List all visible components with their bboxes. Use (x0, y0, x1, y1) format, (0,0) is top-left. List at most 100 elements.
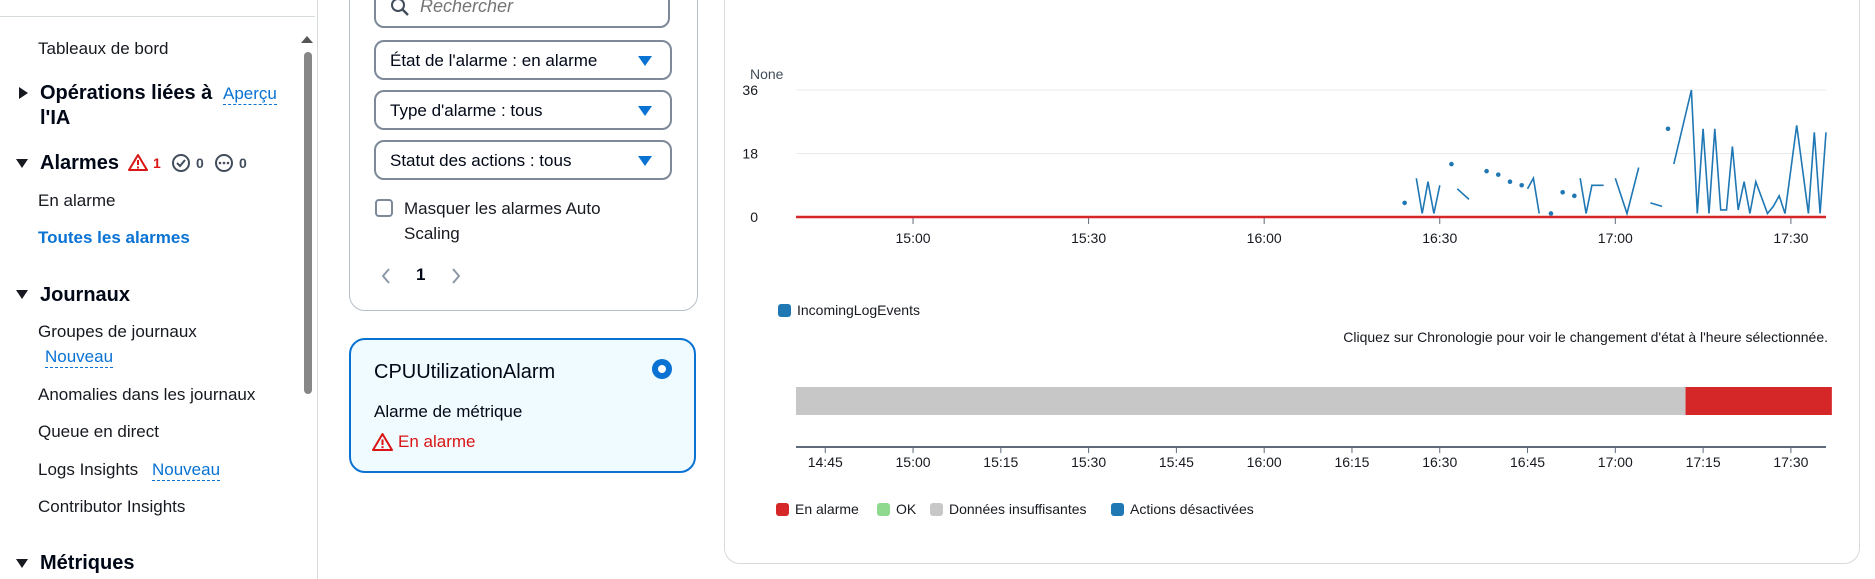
metric-line-chart: None 36 18 0 15:00 15:30 16:00 16:30 17:00 17:3… (742, 66, 1827, 246)
legend-swatch (776, 503, 789, 516)
timeline-tick-label: 15:00 (896, 454, 931, 470)
scroll-up-arrow-icon[interactable] (301, 36, 313, 43)
sidebar-item-logs-insights[interactable]: Logs Insights (38, 460, 138, 480)
new-badge[interactable]: Nouveau (152, 460, 221, 481)
alarm-name: CPUUtilizationAlarm (374, 361, 556, 383)
x-tick-label: 17:00 (1598, 230, 1633, 246)
x-axis-ticks: 15:00 15:30 16:00 16:30 17:00 17:30 (896, 230, 1809, 246)
x-tick-label: 15:30 (1071, 230, 1106, 246)
y-tick-label: 18 (742, 146, 758, 162)
caret-down-icon (638, 156, 652, 166)
sidebar-item-dashboards[interactable]: Tableaux de bord (38, 39, 168, 59)
legend-ok[interactable]: OK (877, 501, 916, 517)
data-point (1665, 126, 1671, 132)
series-layer (1402, 89, 1827, 217)
alarm-type-select-label: Type d'alarme : tous (390, 101, 543, 120)
insufficient-data-icon (215, 154, 233, 172)
timeline-axis-ticks: 14:45 15:00 15:15 15:30 15:45 16:00 16:15 16:30… (808, 447, 1809, 470)
search-icon (391, 0, 409, 16)
y-tick-label: 36 (742, 82, 758, 98)
caret-down-icon (638, 56, 652, 66)
ok-check-icon (172, 154, 190, 172)
data-point (1572, 193, 1577, 199)
actions-status-select-label: Statut des actions : tous (390, 151, 572, 170)
sidebar-section-ai-ops[interactable]: Opérations liées à (40, 82, 212, 105)
timeline-tick-label: 14:45 (808, 454, 843, 470)
data-point (1484, 168, 1489, 174)
timeline-tick-label: 15:15 (983, 454, 1018, 470)
timeline-tick-label: 16:30 (1422, 454, 1457, 470)
y-tick-label: 0 (750, 209, 758, 225)
legend-swatch (877, 503, 890, 516)
series-line-segment (1650, 202, 1663, 208)
sidebar-item-log-anomalies[interactable]: Anomalies dans les journaux (38, 385, 255, 405)
data-point (1560, 190, 1565, 195)
expand-triangle-icon[interactable] (19, 87, 28, 99)
caret-down-icon (638, 106, 652, 116)
actions-status-select[interactable]: Statut des actions : tous (374, 140, 672, 180)
hide-autoscaling-label[interactable]: Masquer les alarmes Auto Scaling (404, 196, 644, 246)
legend-insufficient[interactable]: Données insuffisantes (930, 501, 1087, 517)
chevron-right-icon[interactable] (450, 267, 462, 285)
legend-swatch (1111, 503, 1124, 516)
legend-label: IncomingLogEvents (797, 302, 920, 318)
legend-swatch (778, 304, 791, 317)
scrollbar-thumb[interactable] (304, 52, 312, 394)
preview-badge[interactable]: Aperçu (223, 84, 277, 105)
timeline-tick-label: 17:00 (1598, 454, 1633, 470)
sidebar-item-in-alarm[interactable]: En alarme (38, 191, 115, 211)
sidebar-item-log-groups[interactable]: Groupes de journaux (38, 322, 197, 342)
legend-swatch (930, 503, 943, 516)
new-badge[interactable]: Nouveau (45, 347, 114, 368)
divider (0, 16, 315, 17)
series-line-segment (1456, 188, 1470, 200)
collapse-triangle-icon[interactable] (16, 159, 28, 168)
sidebar-section-metrics[interactable]: Métriques (40, 552, 134, 575)
in-alarm-count: 1 (153, 155, 161, 171)
navigation-sidebar: Tableaux de bord Opérations liées à l'IA… (0, 0, 318, 579)
data-point (1548, 211, 1554, 216)
timeline-bars[interactable] (796, 387, 1832, 415)
search-input[interactable] (374, 0, 670, 28)
insufficient-count: 0 (239, 155, 247, 171)
sidebar-section-ai-ops-line2[interactable]: l'IA (40, 107, 70, 130)
alarm-type-select[interactable]: Type d'alarme : tous (374, 90, 672, 130)
sidebar-item-live-tail[interactable]: Queue en direct (38, 422, 159, 442)
chevron-left-icon[interactable] (380, 267, 392, 285)
chart-legend-item[interactable]: IncomingLogEvents (778, 302, 920, 318)
data-point (1519, 182, 1524, 188)
hide-autoscaling-checkbox[interactable] (375, 199, 393, 217)
legend-actions-disabled[interactable]: Actions désactivées (1111, 501, 1254, 517)
state-timeline[interactable]: 14:45 15:00 15:15 15:30 15:45 16:00 16:15 16:30… (724, 370, 1858, 480)
timeline-tick-label: 16:45 (1510, 454, 1545, 470)
timeline-segment[interactable] (1685, 387, 1832, 415)
alarm-warning-icon (128, 154, 148, 171)
timeline-segment[interactable] (796, 387, 1686, 415)
sidebar-section-logs[interactable]: Journaux (40, 284, 130, 307)
sidebar-item-contributor-insights[interactable]: Contributor Insights (38, 497, 185, 517)
legend-in-alarm[interactable]: En alarme (776, 501, 859, 517)
data-point (1507, 179, 1513, 185)
x-tick-label: 17:30 (1773, 230, 1808, 246)
alarm-state-select[interactable]: État de l'alarme : en alarme (374, 40, 672, 80)
timeline-tick-label: 15:30 (1071, 454, 1106, 470)
data-point (1449, 161, 1454, 167)
collapse-triangle-icon[interactable] (16, 290, 28, 299)
x-tick-label: 15:00 (896, 230, 931, 246)
sidebar-item-all-alarms[interactable]: Toutes les alarmes (38, 228, 190, 248)
timeline-tick-label: 17:15 (1686, 454, 1721, 470)
alarm-state: En alarme (398, 432, 476, 451)
alarm-select-radio[interactable] (652, 359, 672, 379)
search-field[interactable] (420, 0, 650, 17)
sidebar-section-alarms[interactable]: Alarmes (40, 152, 119, 175)
data-point (1402, 200, 1407, 206)
series-line-segment (1673, 89, 1827, 216)
timeline-tick-label: 16:15 (1334, 454, 1369, 470)
pagination-page[interactable]: 1 (416, 265, 425, 285)
timeline-hint: Cliquez sur Chronologie pour voir le cha… (1343, 329, 1828, 345)
y-axis-ticks: 36 18 0 (742, 82, 758, 225)
x-tick-label: 16:00 (1247, 230, 1282, 246)
ok-count: 0 (196, 155, 204, 171)
series-line-segment (1614, 167, 1640, 217)
collapse-triangle-icon[interactable] (16, 559, 28, 568)
